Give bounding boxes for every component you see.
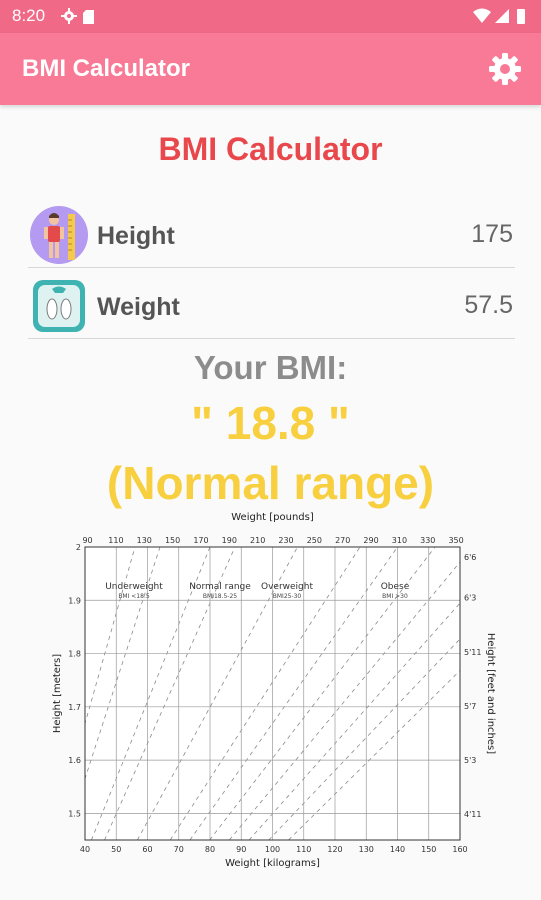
signal-icon — [495, 9, 509, 23]
chart-y-label: Height [meters] — [52, 654, 63, 733]
chart-region-range-3: BMI >30 — [382, 593, 408, 600]
gear-icon — [489, 53, 521, 85]
chart-y-label-right: Height [feet and inches] — [485, 633, 496, 754]
chart-y-right-tick-0: 4'11 — [464, 810, 481, 819]
chart-x-top-tick-1: 110 — [108, 536, 123, 545]
weight-value[interactable]: 57.5 — [464, 291, 513, 320]
wifi-icon — [473, 8, 491, 23]
chart-region-label-3: Obese — [381, 582, 410, 592]
chart-region-range-2: BMI25-30 — [273, 593, 302, 600]
chart-x-top-tick-7: 230 — [278, 536, 293, 545]
chart-x-top-tick-5: 190 — [222, 536, 237, 545]
chart-region-range-0: BMI <18.5 — [118, 593, 150, 600]
chart-region-label-1: Normal range — [189, 582, 251, 592]
bmi-result-label: Your BMI: — [193, 349, 348, 386]
chart-y-right-tick-2: 5'7 — [464, 702, 476, 711]
status-time: 8:20 — [12, 6, 46, 25]
chart-y-tick-2: 1.7 — [68, 703, 81, 712]
chart-x-top-tick-11: 310 — [392, 536, 407, 545]
status-left-icons — [60, 6, 100, 31]
chart-y-right-tick-4: 6'3 — [464, 594, 476, 603]
chart-x-tick-2: 60 — [142, 845, 152, 854]
app-bar: BMI Calculator — [0, 33, 541, 105]
chart-y-tick-4: 1.9 — [68, 596, 81, 605]
chart-x-tick-6: 100 — [265, 845, 280, 854]
sd-card-icon — [83, 10, 94, 24]
chart-x-top-tick-10: 290 — [363, 536, 378, 545]
chart-x-tick-8: 120 — [327, 845, 342, 854]
status-bar: 8:20 — [0, 0, 541, 33]
chart-y-tick-0: 1.5 — [68, 809, 81, 818]
chart-x-tick-12: 160 — [452, 845, 467, 854]
bmi-result-value: " 18.8 " — [191, 397, 350, 449]
weight-label: Weight — [97, 293, 180, 321]
chart-x-tick-10: 140 — [390, 845, 405, 854]
chart-y-tick-1: 1.6 — [68, 756, 81, 765]
battery-icon — [517, 9, 525, 24]
chart-x-top-tick-8: 250 — [307, 536, 322, 545]
chart-y-tick-5: 2 — [76, 543, 81, 552]
height-row[interactable]: Height 175 — [28, 200, 515, 268]
height-person-icon — [30, 206, 88, 264]
chart-region-label-2: Overweight — [261, 582, 313, 592]
height-value[interactable]: 175 — [471, 220, 513, 249]
chart-y-tick-3: 1.8 — [68, 650, 81, 659]
chart-title: Weight [pounds] — [231, 512, 314, 523]
chart-x-tick-0: 40 — [80, 845, 90, 854]
bmi-chart: 40 50 60 70 80 90 100 110 120 130 140 150 160 90 110 13… — [50, 505, 500, 880]
app-title: BMI Calculator — [22, 55, 191, 82]
bmi-chart-svg: 40 50 60 70 80 90 100 110 120 130 140 150 160 90 110 13… — [52, 512, 496, 869]
chart-x-top-tick-2: 130 — [137, 536, 152, 545]
chart-region-range-1: BMI18.5-25 — [203, 593, 237, 600]
bmi-result-range: (Normal range) — [106, 457, 435, 509]
chart-x-tick-3: 70 — [174, 845, 184, 854]
gear-status-icon — [61, 8, 77, 24]
settings-button[interactable] — [483, 47, 527, 91]
weight-row[interactable]: Weight 57.5 — [28, 271, 515, 339]
chart-x-top-tick-3: 150 — [165, 536, 180, 545]
height-label: Height — [97, 222, 175, 250]
scale-icon — [33, 280, 85, 332]
chart-x-tick-9: 130 — [359, 845, 374, 854]
chart-y-right-tick-5: 6'6 — [464, 553, 476, 562]
chart-y-right-tick-1: 5'3 — [464, 756, 476, 765]
chart-x-tick-4: 80 — [205, 845, 215, 854]
chart-y-right-tick-3: 5'11 — [464, 648, 481, 657]
chart-x-top-tick-9: 270 — [335, 536, 350, 545]
chart-x-tick-5: 90 — [236, 845, 246, 854]
chart-x-tick-11: 150 — [421, 845, 436, 854]
chart-x-tick-1: 50 — [111, 845, 121, 854]
chart-x-top-tick-12: 330 — [420, 536, 435, 545]
chart-x-top-tick-13: 350 — [448, 536, 463, 545]
page-title: BMI Calculator — [158, 131, 383, 167]
chart-x-top-tick-0: 90 — [82, 536, 92, 545]
chart-region-label-0: Underweight — [105, 582, 163, 592]
chart-x-top-tick-6: 210 — [250, 536, 265, 545]
chart-x-top-tick-4: 170 — [193, 536, 208, 545]
chart-x-label: Weight [kilograms] — [225, 858, 320, 869]
status-right-icons — [471, 6, 529, 31]
chart-x-tick-7: 110 — [296, 845, 311, 854]
